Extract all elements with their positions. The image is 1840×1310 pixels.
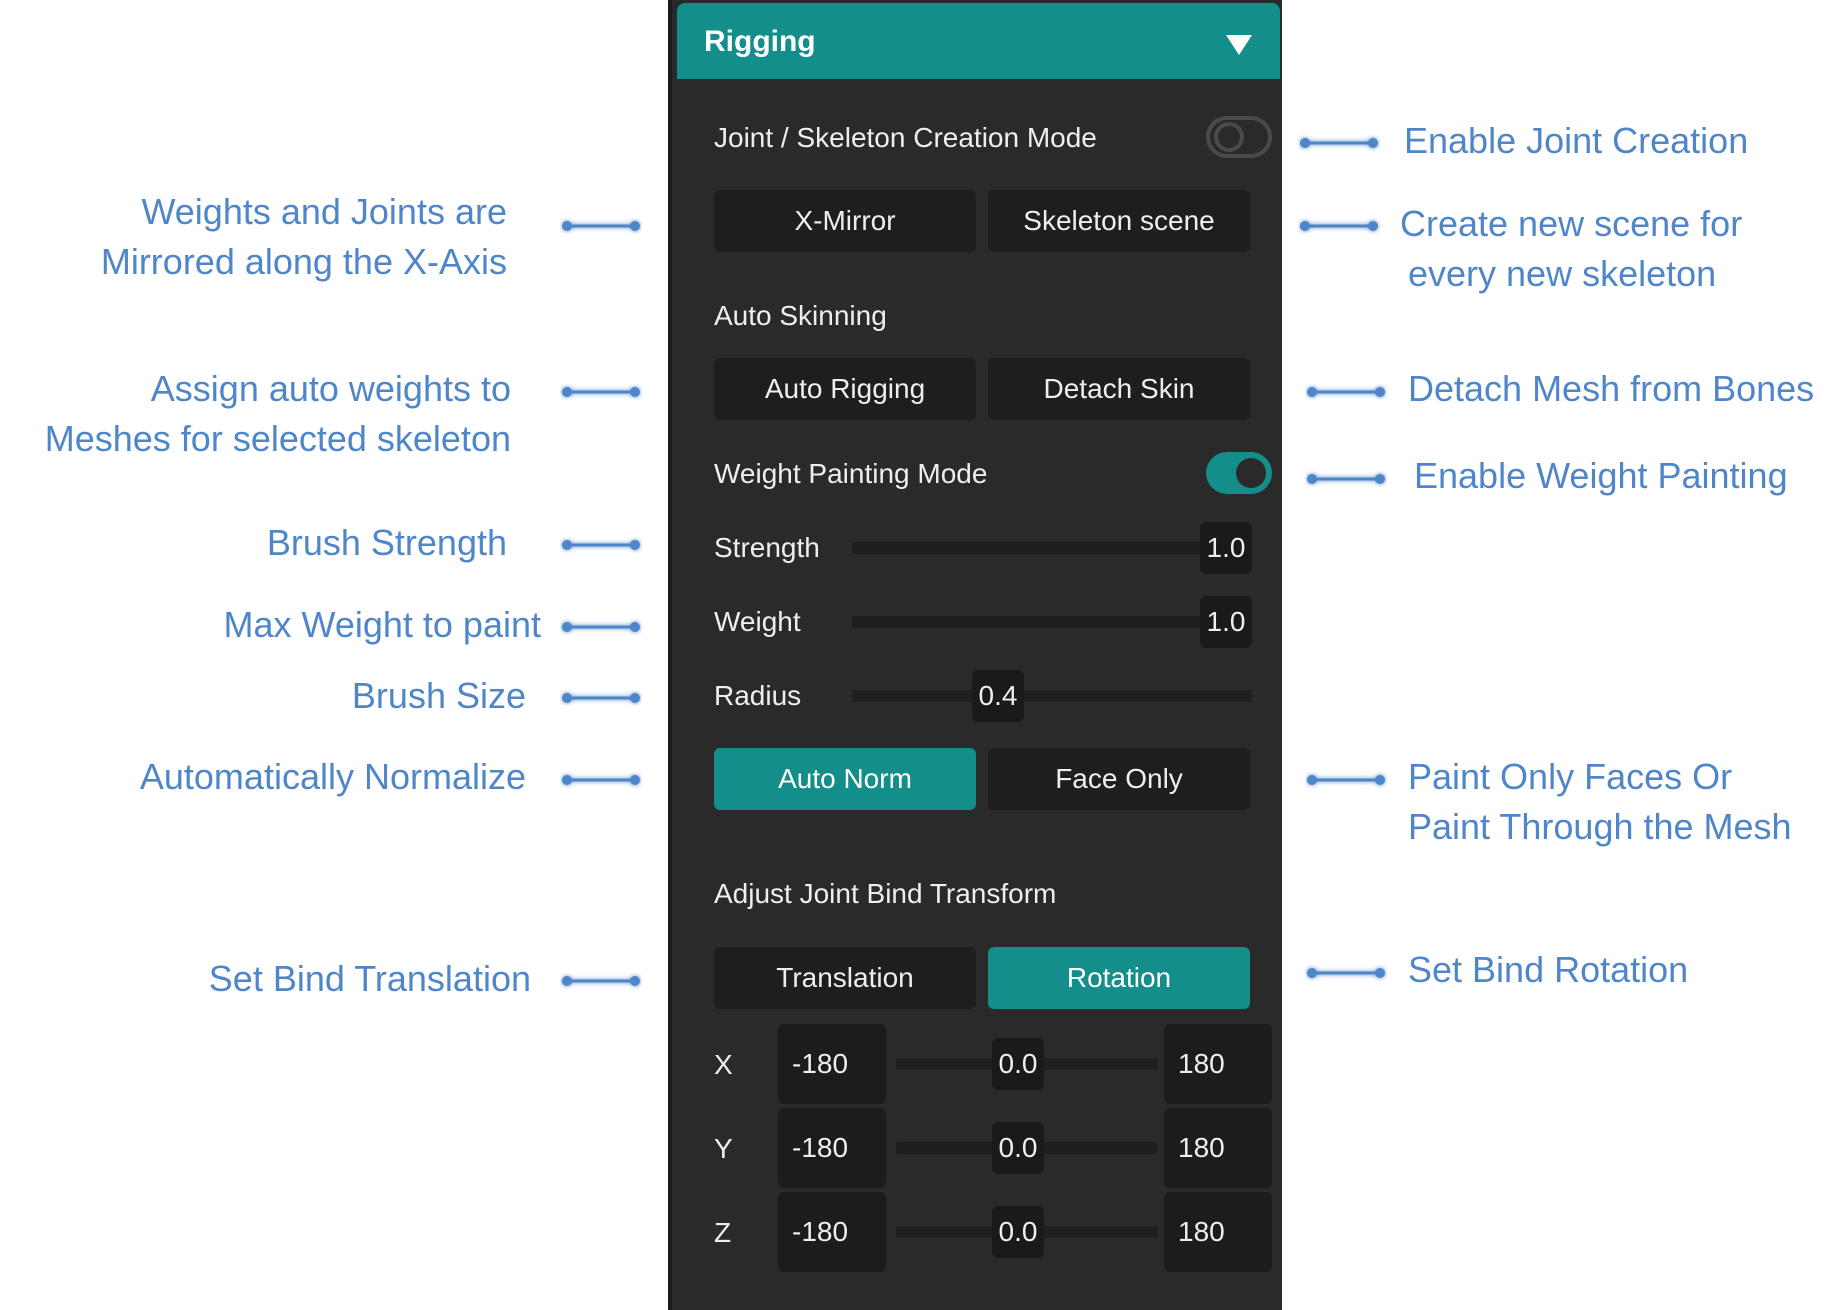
annotation-mirror-line2: Mirrored along the X-Axis <box>100 241 507 282</box>
collapse-caret-icon[interactable] <box>1226 35 1252 55</box>
strength-slider[interactable] <box>852 542 1252 554</box>
annotation-max-weight: Max Weight to paint <box>223 604 542 645</box>
weight-value[interactable]: 1.0 <box>1200 596 1252 648</box>
annotation-paint-faces-line2: Paint Through the Mesh <box>1408 806 1792 847</box>
axis-y-value[interactable]: 0.0 <box>992 1122 1044 1174</box>
annotation-enable-weight: Enable Weight Painting <box>1414 455 1788 496</box>
connector-enable-weight <box>1307 474 1385 484</box>
annotation-new-scene-line2: every new skeleton <box>1408 253 1717 294</box>
axis-y-min[interactable]: -180 <box>778 1108 886 1188</box>
weight-slider[interactable] <box>852 616 1252 628</box>
connector-mirror <box>562 221 640 231</box>
connector-enable-joint <box>1300 138 1378 148</box>
connector-bind-translation <box>562 976 640 986</box>
joint-mode-toggle[interactable] <box>1206 116 1272 158</box>
connector-auto-normalize <box>562 775 640 785</box>
annotation-paint-faces-line1: Paint Only Faces Or <box>1408 756 1733 797</box>
axis-y-label: Y <box>714 1133 733 1164</box>
connector-new-scene <box>1300 221 1378 231</box>
annotation-brush-size: Brush Size <box>351 675 526 716</box>
connector-bind-rotation <box>1307 968 1385 978</box>
annotation-auto-normalize: Automatically Normalize <box>139 756 526 797</box>
axis-z-value[interactable]: 0.0 <box>992 1206 1044 1258</box>
axis-x-min[interactable]: -180 <box>778 1024 886 1104</box>
radius-label: Radius <box>714 680 802 711</box>
axis-z-max[interactable]: 180 <box>1164 1192 1272 1272</box>
annotation-auto-weights-line2: Meshes for selected skeleton <box>44 418 511 459</box>
annotation-bind-translation: Set Bind Translation <box>208 958 531 999</box>
connector-brush-strength <box>562 540 640 550</box>
connector-detach <box>1307 387 1385 397</box>
axis-z-label: Z <box>714 1217 732 1248</box>
rotation-button[interactable]: Rotation <box>988 947 1250 1009</box>
connector-auto-weights <box>562 387 640 397</box>
auto-rigging-button[interactable]: Auto Rigging <box>714 358 976 420</box>
annotation-bind-rotation: Set Bind Rotation <box>1408 949 1689 990</box>
connector-brush-size <box>562 693 640 703</box>
radius-value[interactable]: 0.4 <box>972 670 1024 722</box>
annotation-new-scene-line1: Create new scene for <box>1400 203 1743 244</box>
annotation-mirror: Weights and Joints are Mirrored along th… <box>101 187 507 287</box>
x-mirror-button[interactable]: X-Mirror <box>714 190 976 252</box>
connector-max-weight <box>562 622 640 632</box>
weight-painting-toggle[interactable] <box>1206 452 1272 494</box>
annotation-detach: Detach Mesh from Bones <box>1408 368 1815 409</box>
annotation-paint-faces: Paint Only Faces Or Paint Through the Me… <box>1408 752 1792 852</box>
toggle-knob <box>1236 458 1266 488</box>
weight-painting-label: Weight Painting Mode <box>714 458 988 489</box>
weight-label: Weight <box>714 606 801 637</box>
annotation-brush-strength: Brush Strength <box>266 522 507 563</box>
auto-norm-button[interactable]: Auto Norm <box>714 748 976 810</box>
panel-header[interactable]: Rigging <box>677 3 1280 79</box>
rigging-panel: Rigging Joint / Skeleton Creation Mode X… <box>668 0 1282 1310</box>
radius-slider[interactable] <box>852 690 1252 702</box>
strength-value[interactable]: 1.0 <box>1200 522 1252 574</box>
auto-skinning-label: Auto Skinning <box>714 300 887 331</box>
axis-x-max[interactable]: 180 <box>1164 1024 1272 1104</box>
annotation-auto-weights-line1: Assign auto weights to <box>150 368 511 409</box>
axis-x-value[interactable]: 0.0 <box>992 1038 1044 1090</box>
face-only-button[interactable]: Face Only <box>988 748 1250 810</box>
strength-label: Strength <box>714 532 820 563</box>
annotation-enable-joint: Enable Joint Creation <box>1404 120 1749 161</box>
axis-z-min[interactable]: -180 <box>778 1192 886 1272</box>
panel-title: Rigging <box>704 25 816 58</box>
bind-transform-label: Adjust Joint Bind Transform <box>714 878 1057 909</box>
joint-mode-label: Joint / Skeleton Creation Mode <box>714 122 1097 153</box>
annotation-auto-weights: Assign auto weights to Meshes for select… <box>45 364 511 464</box>
annotation-new-scene: Create new scene for every new skeleton <box>1400 199 1742 299</box>
axis-x-label: X <box>714 1049 733 1080</box>
connector-paint-faces <box>1307 775 1385 785</box>
toggle-knob <box>1214 122 1244 152</box>
detach-skin-button[interactable]: Detach Skin <box>988 358 1250 420</box>
annotation-mirror-line1: Weights and Joints are <box>141 191 507 232</box>
translation-button[interactable]: Translation <box>714 947 976 1009</box>
axis-y-max[interactable]: 180 <box>1164 1108 1272 1188</box>
skeleton-scene-button[interactable]: Skeleton scene <box>988 190 1250 252</box>
